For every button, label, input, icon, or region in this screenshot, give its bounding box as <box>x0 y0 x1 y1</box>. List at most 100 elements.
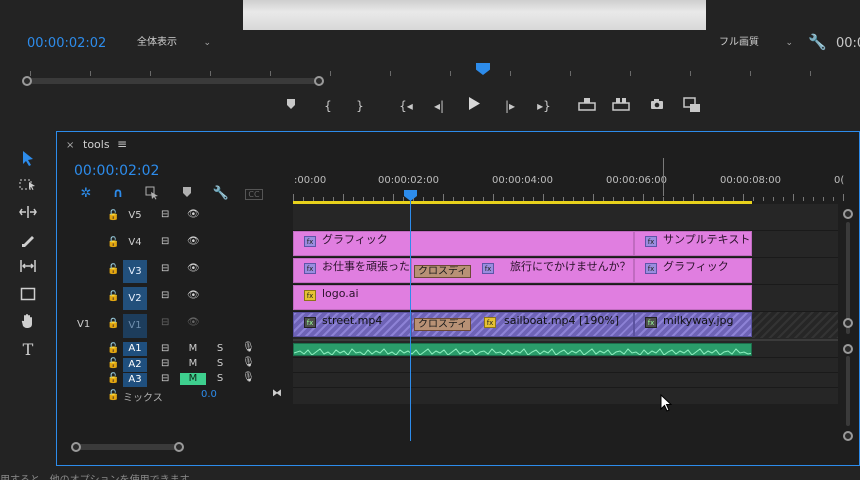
lift-icon[interactable] <box>578 97 596 115</box>
scroll-handle-right[interactable] <box>314 76 324 86</box>
track-name-a2[interactable]: A2 <box>123 358 147 372</box>
clip-logo[interactable]: fx logo.ai <box>293 285 752 310</box>
cross-dissolve-transition[interactable]: クロスディ <box>414 318 471 331</box>
eye-icon[interactable]: 👁 <box>187 263 200 274</box>
eye-icon[interactable]: 👁 <box>187 317 200 328</box>
rectangle-tool-icon[interactable] <box>18 287 38 305</box>
track-name-v5[interactable]: V5 <box>123 206 147 226</box>
source-patch-v1[interactable]: V1 <box>77 319 90 330</box>
hand-tool-icon[interactable] <box>18 313 38 333</box>
track-name-a3[interactable]: A3 <box>123 373 147 387</box>
wrench-icon[interactable]: 🔧 <box>212 186 230 201</box>
step-forward-icon[interactable]: |▸ <box>501 97 519 115</box>
mark-out-icon[interactable]: } <box>351 97 369 115</box>
audio-clip-a1[interactable] <box>293 343 752 356</box>
play-icon[interactable] <box>465 97 483 115</box>
track-name-v3[interactable]: V3 <box>123 260 147 283</box>
add-marker-icon[interactable] <box>178 186 196 202</box>
ripple-edit-tool-icon[interactable] <box>18 205 38 223</box>
clip-oshigoto[interactable]: fx お仕事を頑張った <box>293 258 411 283</box>
solo-button[interactable]: S <box>212 343 228 355</box>
tab-tools[interactable]: tools <box>83 138 110 151</box>
sync-lock-icon[interactable]: ⊟ <box>161 263 169 274</box>
track-name-v4[interactable]: V4 <box>123 233 147 253</box>
lock-icon[interactable]: 🔓 <box>107 390 119 401</box>
clip-street[interactable]: fx street.mp4 <box>293 312 411 337</box>
solo-button[interactable]: S <box>212 358 228 370</box>
eye-icon[interactable]: 👁 <box>187 236 200 247</box>
lock-icon[interactable]: 🔓 <box>107 373 119 384</box>
hscroll-handle-left[interactable] <box>71 442 81 452</box>
microphone-icon[interactable]: 🎙 <box>242 357 255 368</box>
mark-in-icon[interactable]: { <box>319 97 337 115</box>
audio-vscroll-handle-top[interactable] <box>843 344 853 354</box>
program-zoom-scrollbar[interactable] <box>22 78 324 84</box>
lock-icon[interactable]: 🔓 <box>107 210 119 221</box>
vscroll-handle-top[interactable] <box>843 209 853 219</box>
status-bar: 用すると、他のオプションを使用できます。 <box>0 471 199 480</box>
audio-vscroll-handle-bottom[interactable] <box>843 431 853 441</box>
slip-tool-icon[interactable] <box>18 259 38 277</box>
timeline-timecode[interactable]: 00:00:02:02 <box>74 163 159 179</box>
zoom-select[interactable]: 全体表示 ⌄ <box>131 35 215 51</box>
audio-vscrollbar[interactable] <box>846 356 850 426</box>
add-marker-icon[interactable] <box>282 97 300 115</box>
mix-volume[interactable]: 0.0 <box>201 389 217 400</box>
eye-icon[interactable]: 👁 <box>187 290 200 301</box>
microphone-icon[interactable]: 🎙 <box>242 372 255 383</box>
clip-graphic-v3[interactable]: fx グラフィック <box>634 258 752 283</box>
vscroll-handle-bottom[interactable] <box>843 318 853 328</box>
captions-icon[interactable]: CC <box>245 189 263 200</box>
track-name-v2[interactable]: V2 <box>123 287 147 310</box>
mix-pan-icon[interactable]: ⧓ <box>272 388 282 399</box>
eye-icon[interactable]: 👁 <box>187 209 200 220</box>
sync-lock-icon[interactable]: ⊟ <box>161 373 169 384</box>
wrench-icon[interactable]: 🔧 <box>808 33 827 51</box>
type-tool-icon[interactable]: T <box>18 340 38 359</box>
clip-sample-text[interactable]: fx サンプルテキスト <box>634 231 752 256</box>
sync-lock-icon[interactable]: ⊟ <box>161 317 169 328</box>
lock-icon[interactable]: 🔓 <box>107 237 119 248</box>
mute-button-active[interactable]: M <box>180 373 206 385</box>
clip-milkyway[interactable]: fx milkyway.jpg <box>634 312 752 337</box>
snap-icon[interactable]: ∩ <box>109 186 127 201</box>
go-to-in-icon[interactable]: {◂ <box>397 97 415 115</box>
hscroll-handle-right[interactable] <box>174 442 184 452</box>
track-select-tool-icon[interactable] <box>18 178 38 196</box>
timeline-ruler[interactable] <box>293 193 853 201</box>
go-to-out-icon[interactable]: ▸} <box>535 97 553 115</box>
sync-lock-icon[interactable]: ⊟ <box>161 343 169 354</box>
sync-lock-icon[interactable]: ⊟ <box>161 290 169 301</box>
program-time-ruler[interactable] <box>20 62 860 76</box>
timeline-zoom-scrollbar[interactable] <box>73 444 183 450</box>
clip-graphic-v4[interactable]: fx グラフィック <box>293 231 634 256</box>
extract-icon[interactable] <box>612 97 630 115</box>
mute-button[interactable]: M <box>185 358 201 370</box>
button-editor-icon[interactable] <box>683 97 701 115</box>
camera-icon[interactable] <box>648 97 666 115</box>
sync-lock-icon[interactable]: ⊟ <box>161 358 169 369</box>
sync-lock-icon[interactable]: ⊟ <box>161 236 169 247</box>
program-timecode[interactable]: 00:00:02:02 <box>27 36 106 51</box>
sync-lock-icon[interactable]: ⊟ <box>161 209 169 220</box>
microphone-icon[interactable]: 🎙 <box>242 342 255 353</box>
track-name-a1[interactable]: A1 <box>123 342 147 356</box>
quality-select[interactable]: フル画質 ⌄ <box>715 35 797 51</box>
track-name-v1[interactable]: V1 <box>123 314 147 338</box>
step-back-icon[interactable]: ◂| <box>430 97 448 115</box>
mute-button[interactable]: M <box>185 343 201 355</box>
cross-dissolve-transition[interactable]: クロスディ <box>414 265 471 278</box>
close-icon[interactable]: × <box>66 140 74 151</box>
lock-icon[interactable]: 🔓 <box>107 291 119 302</box>
linked-selection-icon[interactable] <box>143 186 161 204</box>
nest-toggle-icon[interactable]: ✲ <box>77 186 95 201</box>
selection-tool-icon[interactable] <box>18 150 38 170</box>
razor-tool-icon[interactable] <box>18 232 38 252</box>
lock-icon[interactable]: 🔓 <box>107 358 119 369</box>
lock-icon[interactable]: 🔓 <box>107 264 119 275</box>
scroll-handle-left[interactable] <box>22 76 32 86</box>
solo-button[interactable]: S <box>212 373 228 385</box>
lock-icon[interactable]: 🔓 <box>107 343 119 354</box>
panel-menu-icon[interactable]: ≡ <box>117 137 127 151</box>
lock-icon[interactable]: 🔒 <box>107 318 119 329</box>
